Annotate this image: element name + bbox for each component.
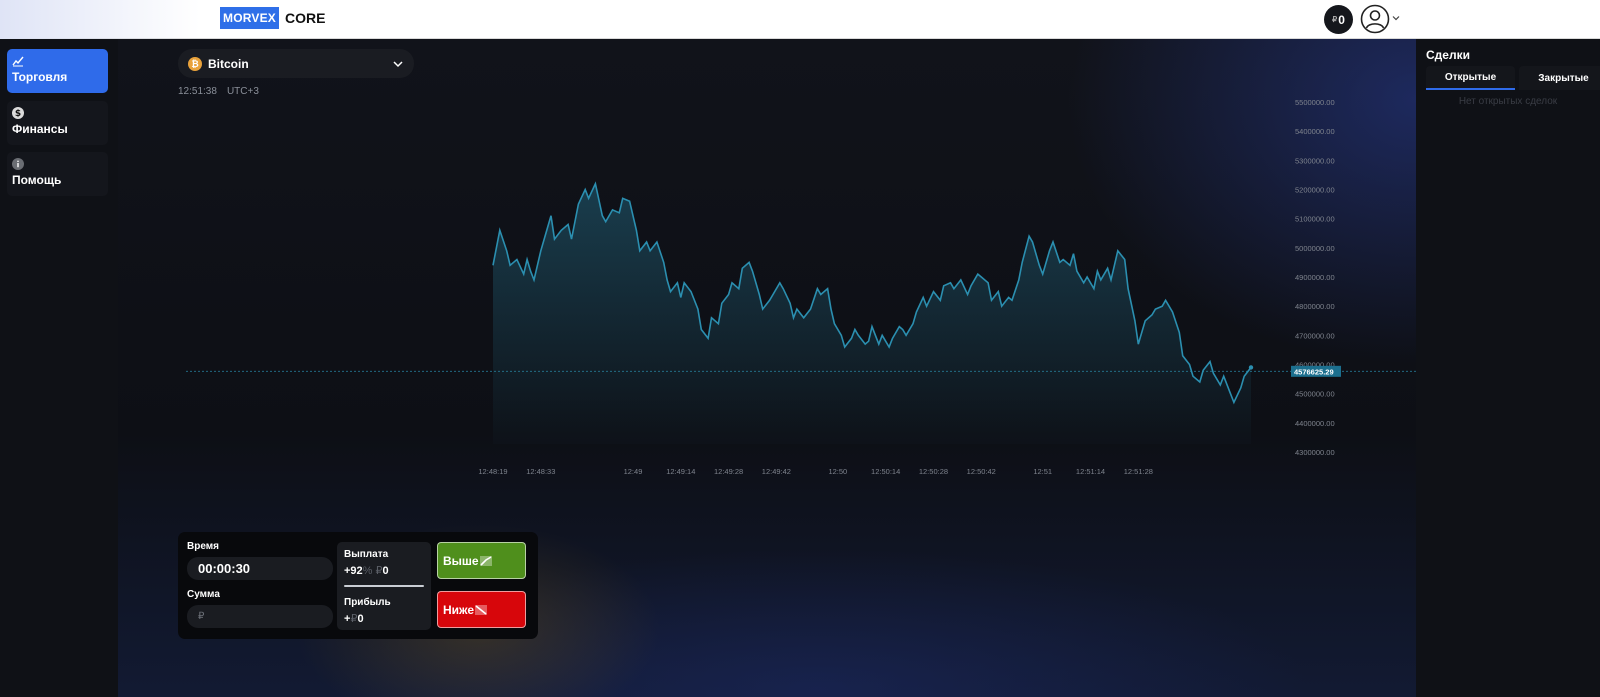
balance-badge[interactable]: ₽ 0 (1324, 5, 1353, 34)
tab-closed-label: Закрытые (1538, 72, 1589, 84)
bitcoin-icon: ₿ (188, 56, 202, 71)
chart-line-icon (12, 56, 24, 67)
deals-panel: Сделки Открытые Закрытые Нет открытых сд… (1416, 39, 1600, 697)
x-tick-label: 12:51 (1033, 467, 1052, 476)
time-input[interactable]: 00:00:30 (187, 557, 333, 580)
asset-name: Bitcoin (208, 56, 249, 71)
y-tick-label: 5400000.00 (1295, 127, 1335, 136)
y-tick-label: 4500000.00 (1295, 390, 1335, 399)
x-tick-label: 12:50 (828, 467, 847, 476)
y-tick-label: 4300000.00 (1295, 448, 1335, 457)
y-tick-label: 4900000.00 (1295, 273, 1335, 282)
y-tick-label: 4400000.00 (1295, 419, 1335, 428)
clock-time: 12:51:38 (178, 86, 217, 97)
higher-button[interactable]: Выше (437, 542, 526, 579)
deals-empty-text: Нет открытых сделок (1458, 96, 1558, 107)
app-root: MORVEX CORE ₽ 0 Торговля $ Финансы Помощ… (0, 0, 1600, 697)
lower-button[interactable]: Ниже (437, 591, 526, 628)
main-area: 5500000.00 5400000.00 5300000.00 5200000.00… (118, 39, 1416, 697)
payout-percent: +92 (344, 565, 363, 577)
x-tick-label: 12:48:33 (526, 467, 555, 476)
y-tick-label: 5100000.00 (1295, 215, 1335, 224)
y-tick-label: 5200000.00 (1295, 186, 1335, 195)
price-area-fill (493, 183, 1251, 444)
trend-down-icon (475, 604, 488, 615)
payout-label: Выплата (344, 549, 389, 560)
info-icon (12, 158, 24, 170)
amount-input[interactable]: ₽ (187, 605, 333, 628)
profit-value: +₽0 (344, 612, 364, 625)
sidebar-item-label: Финансы (12, 122, 68, 136)
chevron-down-icon (393, 61, 403, 68)
x-tick-label: 12:51:14 (1076, 467, 1105, 476)
sidebar: Торговля $ Финансы Помощь (0, 39, 118, 697)
x-tick-label: 12:50:14 (871, 467, 900, 476)
y-tick-label: 4700000.00 (1295, 331, 1335, 340)
payout-percent-sign: % (362, 565, 373, 577)
y-tick-label: 5300000.00 (1295, 156, 1335, 165)
payout-value: +92% ₽0 (344, 564, 389, 577)
lower-button-label: Ниже (443, 602, 475, 617)
server-clock: 12:51:38 UTC+3 (178, 86, 269, 97)
trade-panel: Время 00:00:30 Сумма ₽ Выплата +92% ₽0 П… (178, 532, 538, 639)
amount-label: Сумма (187, 589, 220, 600)
sidebar-item-label: Помощь (12, 173, 62, 187)
deals-title: Сделки (1426, 48, 1470, 62)
x-tick-label: 12:50:42 (967, 467, 996, 476)
dollar-icon: $ (12, 107, 24, 119)
payout-currency: ₽ (375, 565, 383, 577)
sidebar-item-trading[interactable]: Торговля (7, 49, 108, 93)
top-header: MORVEX CORE ₽ 0 (0, 0, 1600, 39)
tab-open-deals[interactable]: Открытые (1426, 66, 1515, 90)
x-tick-label: 12:50:28 (919, 467, 948, 476)
time-value: 00:00:30 (198, 561, 251, 576)
x-tick-label: 12:49:42 (762, 467, 791, 476)
sidebar-item-label: Торговля (12, 70, 68, 84)
time-label: Время (187, 541, 219, 552)
sidebar-item-finance[interactable]: $ Финансы (7, 101, 108, 145)
payout-amount: 0 (382, 565, 389, 577)
current-price-label: 4576625.29 (1294, 367, 1334, 376)
tab-closed-deals[interactable]: Закрытые (1519, 66, 1600, 90)
x-tick-label: 12:48:19 (478, 467, 507, 476)
asset-select[interactable]: ₿ Bitcoin (178, 49, 414, 78)
x-tick-label: 12:49:14 (666, 467, 695, 476)
profit-amount: 0 (357, 613, 364, 625)
x-tick-label: 12:49 (624, 467, 643, 476)
header-glow (0, 0, 200, 39)
amount-placeholder: ₽ (198, 611, 205, 622)
trend-up-icon (479, 555, 492, 566)
sidebar-item-help[interactable]: Помощь (7, 152, 108, 196)
logo[interactable]: MORVEX CORE (220, 7, 325, 29)
y-tick-label: 4800000.00 (1295, 302, 1335, 311)
x-tick-label: 12:51:28 (1124, 467, 1153, 476)
logo-text: CORE (285, 10, 326, 26)
tab-open-label: Открытые (1444, 71, 1497, 83)
balance-value: 0 (1338, 12, 1345, 27)
x-tick-label: 12:49:28 (714, 467, 743, 476)
profit-label: Прибыль (344, 597, 391, 608)
avatar-icon[interactable] (1360, 4, 1390, 34)
balance-currency: ₽ (1332, 15, 1338, 24)
higher-button-label: Выше (443, 553, 479, 568)
price-current-dot (1248, 365, 1254, 370)
payout-divider (344, 585, 424, 587)
clock-timezone: UTC+3 (226, 86, 259, 97)
price-chart[interactable]: 5500000.00 5400000.00 5300000.00 5200000.00… (118, 39, 1416, 479)
payout-box: Выплата +92% ₽0 Прибыль +₽0 (337, 542, 431, 630)
y-tick-label: 5000000.00 (1295, 244, 1335, 253)
chevron-down-icon[interactable] (1391, 13, 1401, 23)
svg-text:$: $ (15, 109, 21, 119)
y-tick-label: 5500000.00 (1295, 98, 1335, 107)
logo-box: MORVEX (220, 7, 279, 29)
